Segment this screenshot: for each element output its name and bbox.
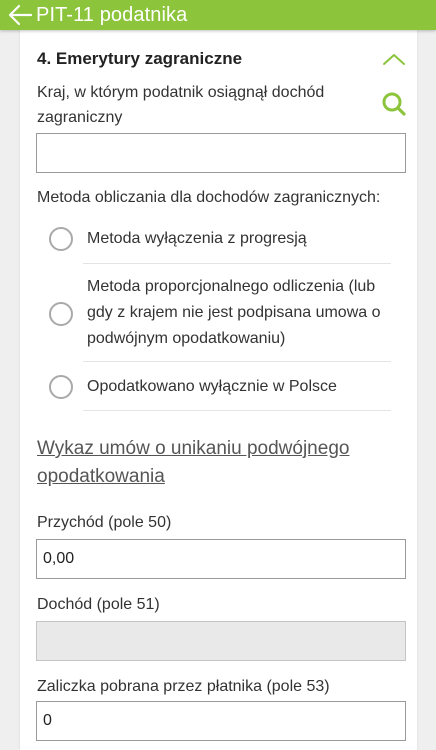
radio-button[interactable] — [49, 302, 73, 326]
zaliczka-label: Zaliczka pobrana przez płatnika (pole 53… — [37, 678, 330, 695]
divider — [83, 410, 391, 411]
zaliczka-input[interactable]: 0 — [36, 701, 406, 741]
radio-option-label-line: podwójnym opodatkowaniu) — [87, 330, 286, 347]
radio-button[interactable] — [49, 227, 73, 251]
radio-option-label-line: Metoda proporcjonalnego odliczenia (lub — [87, 278, 376, 295]
radio-option-wylaczenie[interactable]: Metoda wyłączenia z progresją — [49, 226, 399, 256]
method-label: Metoda obliczania dla dochodów zagranicz… — [37, 189, 381, 206]
app-bar: PIT-11 podatnika — [0, 0, 436, 30]
back-button[interactable] — [0, 0, 40, 30]
przychod-input[interactable]: 0,00 — [36, 539, 406, 579]
section-title: 4. Emerytury zagraniczne — [37, 49, 243, 68]
country-search-button[interactable] — [380, 90, 408, 118]
form-card: 4. Emerytury zagraniczne Kraj, w którym … — [20, 30, 417, 750]
radio-option-label-line: gdy z krajem nie jest podpisana umowa o — [87, 304, 381, 321]
country-label-line2: zagraniczny — [37, 109, 123, 126]
country-input[interactable] — [36, 133, 406, 173]
country-label-line1: Kraj, w którym podatnik osiągnął dochód — [37, 84, 325, 101]
dochod-label: Dochód (pole 51) — [37, 596, 160, 613]
treaties-link-line2: opodatkowania — [37, 466, 165, 487]
treaties-link-line1: Wykaz umów o unikaniu podwójnego — [37, 438, 350, 459]
radio-button[interactable] — [49, 375, 73, 399]
country-label: Kraj, w którym podatnik osiągnął dochód … — [37, 80, 324, 130]
arrow-left-icon — [8, 4, 33, 26]
radio-option-proporcjonalne[interactable]: Metoda proporcjonalnego odliczenia (lub … — [49, 274, 399, 356]
radio-option-label: Metoda wyłączenia z progresją — [87, 230, 307, 247]
search-icon — [382, 92, 406, 116]
divider — [83, 263, 391, 264]
dochod-input — [36, 621, 406, 661]
divider — [83, 361, 391, 362]
app-title: PIT-11 podatnika — [36, 3, 188, 26]
radio-option-label: Opodatkowano wyłącznie w Polsce — [87, 378, 337, 395]
collapse-button[interactable] — [381, 50, 407, 68]
radio-option-label: Metoda proporcjonalnego odliczenia (lub … — [87, 274, 381, 352]
treaties-link[interactable]: Wykaz umów o unikaniu podwójnego opodatk… — [37, 435, 349, 491]
radio-option-polska[interactable]: Opodatkowano wyłącznie w Polsce — [49, 372, 399, 402]
chevron-up-icon — [383, 54, 405, 65]
przychod-label: Przychód (pole 50) — [37, 514, 172, 531]
